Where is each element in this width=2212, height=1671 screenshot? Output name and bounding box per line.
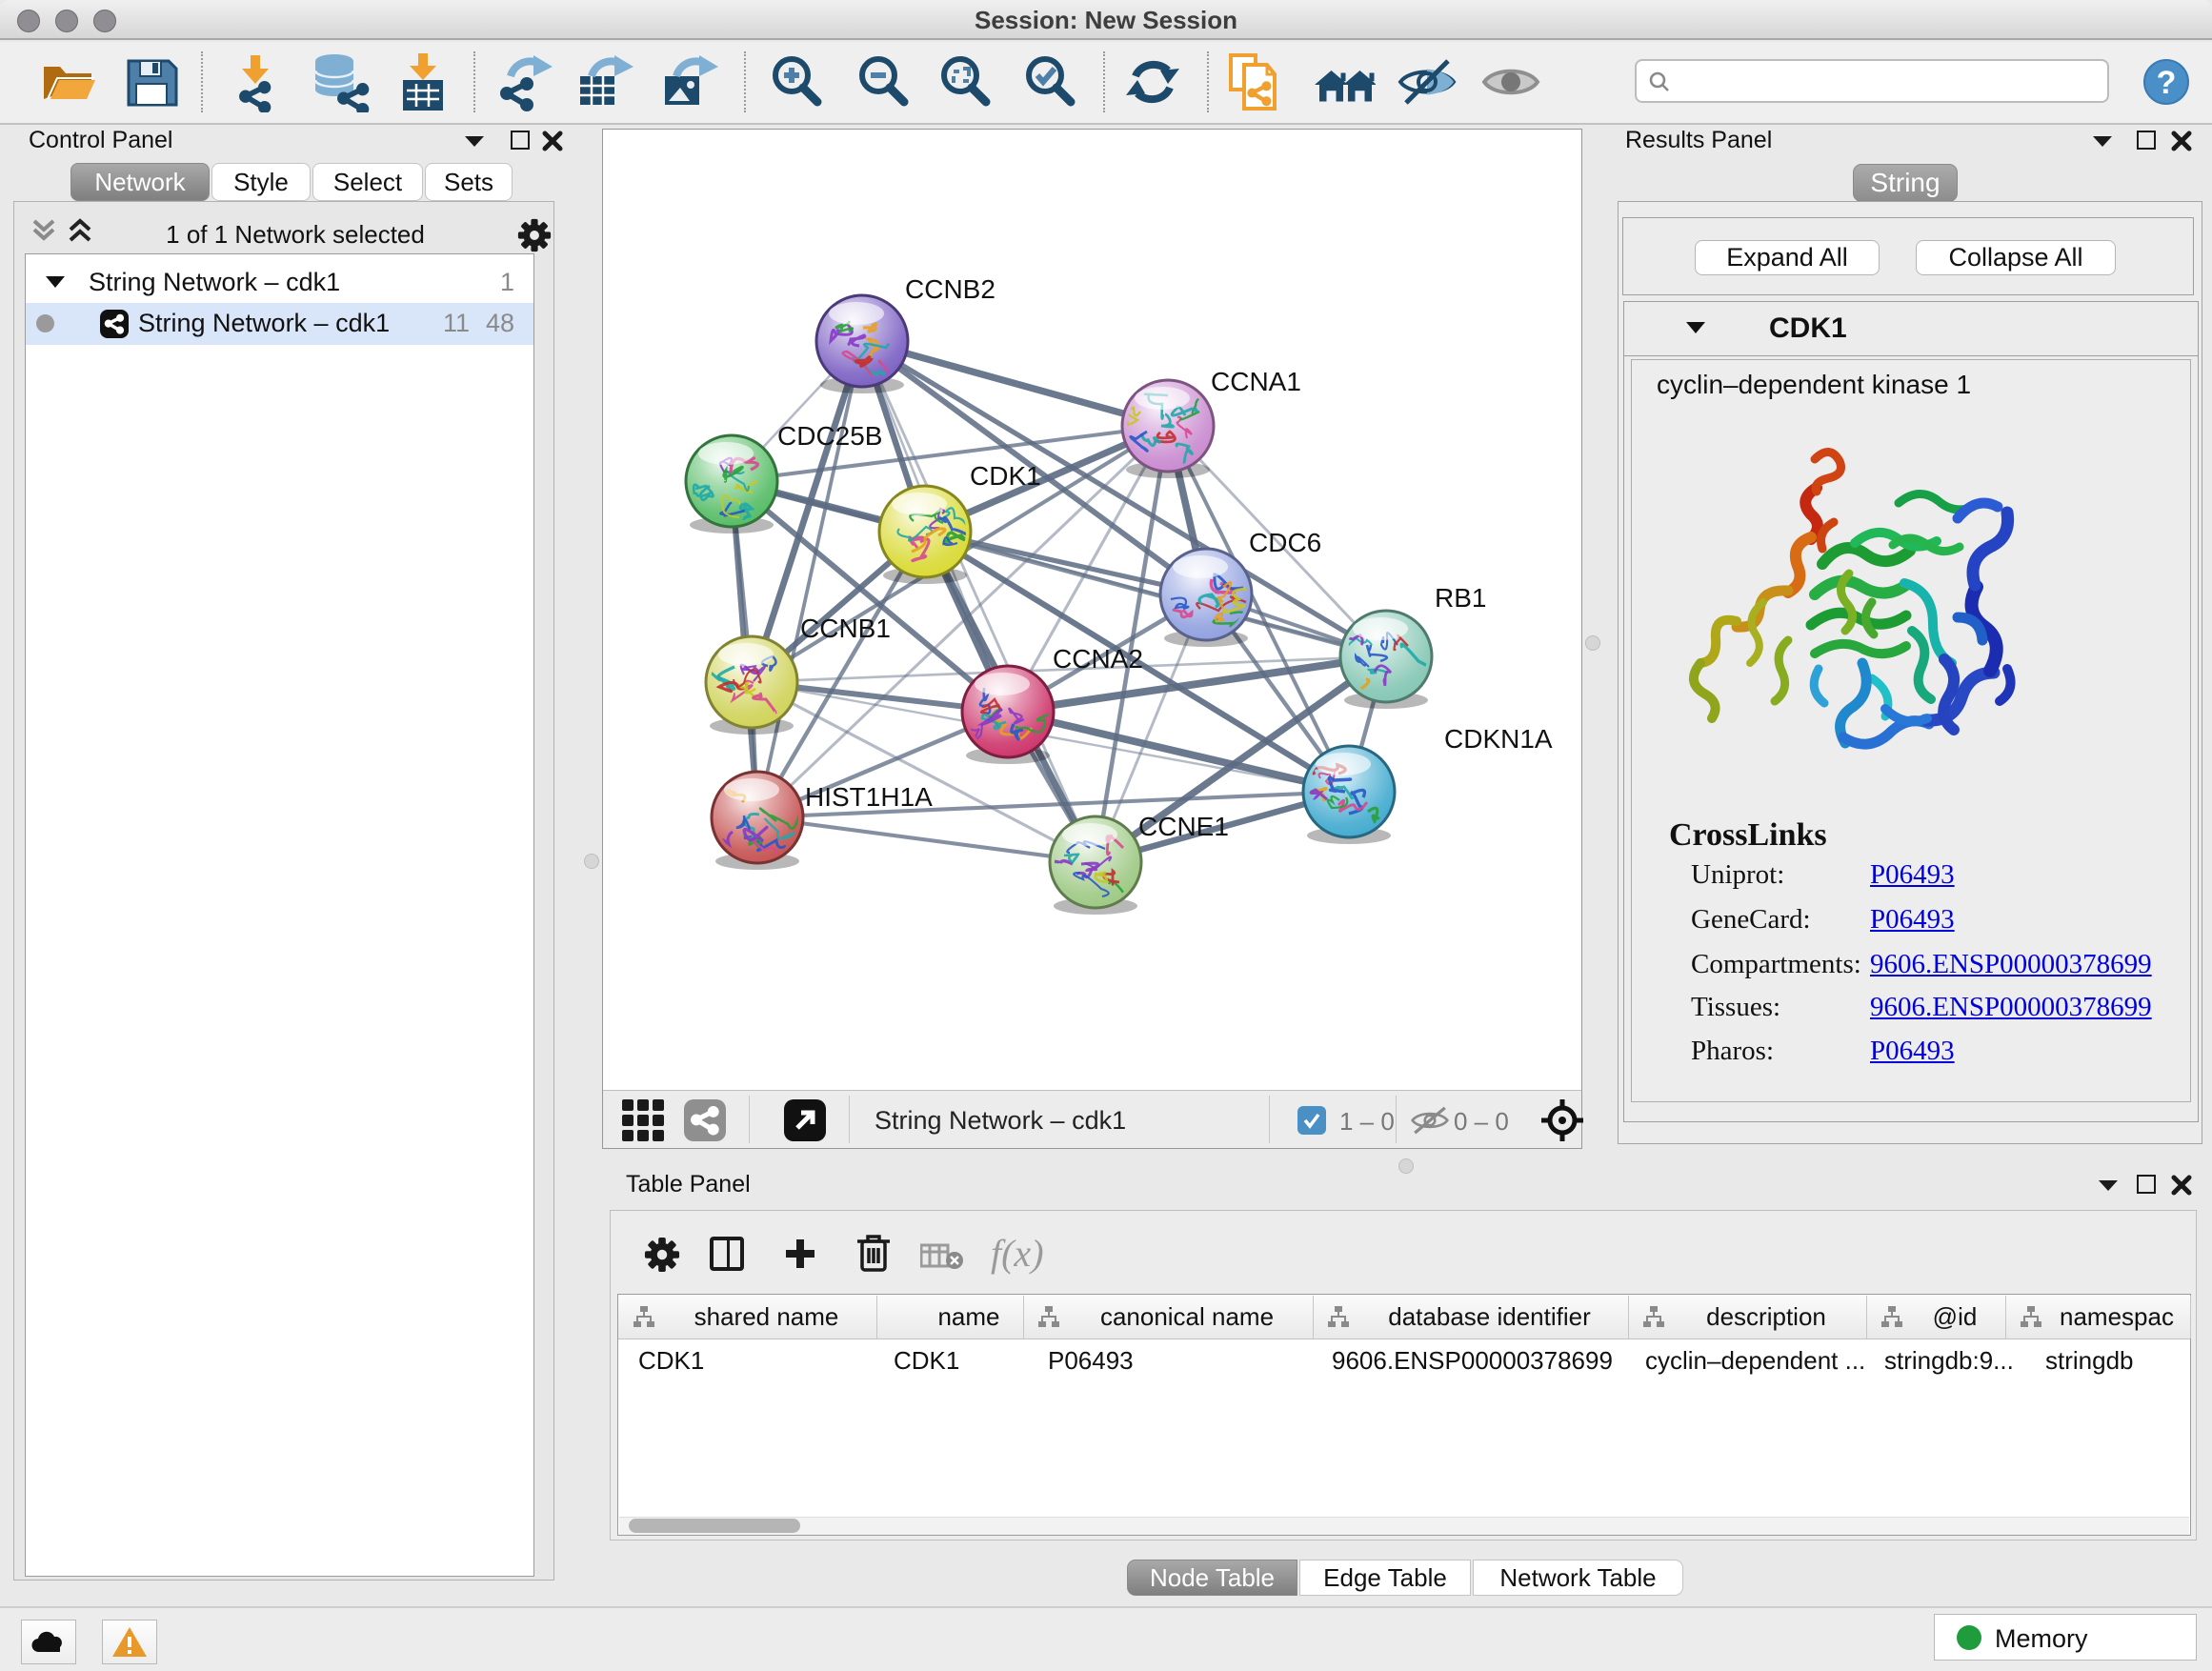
svg-text:CDC6: CDC6 bbox=[1249, 528, 1321, 557]
svg-text:CCNE1: CCNE1 bbox=[1138, 812, 1229, 841]
svg-text:CCNB1: CCNB1 bbox=[800, 614, 891, 643]
svg-text:CCNB2: CCNB2 bbox=[905, 274, 995, 304]
svg-text:HIST1H1A: HIST1H1A bbox=[805, 782, 933, 812]
svg-text:CCNA2: CCNA2 bbox=[1053, 644, 1143, 674]
svg-text:CDKN1A: CDKN1A bbox=[1444, 724, 1553, 754]
svg-text:CDC25B: CDC25B bbox=[777, 421, 882, 451]
svg-text:RB1: RB1 bbox=[1435, 583, 1486, 613]
svg-text:CCNA1: CCNA1 bbox=[1211, 367, 1301, 396]
svg-text:CDK1: CDK1 bbox=[970, 461, 1041, 491]
